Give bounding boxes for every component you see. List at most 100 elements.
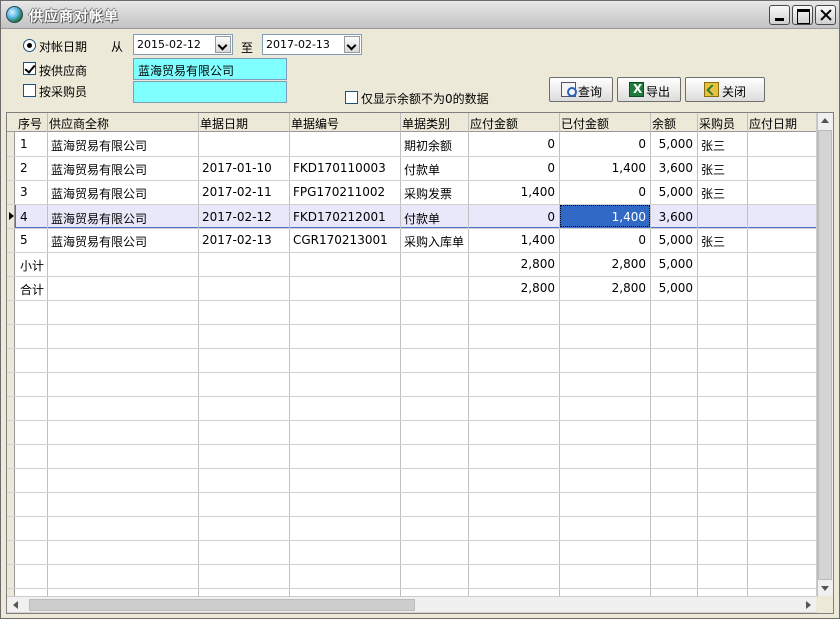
column-divider (559, 113, 560, 597)
statement-grid[interactable]: 序号 供应商全称 单据日期 单据编号 单据类别 应付金额 已付金额 余额 采购员 应付日期 1 蓝海… (6, 112, 834, 614)
from-date-picker[interactable]: 2015-02-12 (133, 34, 233, 55)
table-cell-type: 采购入库单 (404, 235, 465, 249)
row-divider (7, 612, 817, 613)
table-cell-no: 合计 (20, 283, 45, 297)
row-divider (7, 276, 817, 277)
table-cell-code: FKD170110003 (293, 161, 386, 175)
horizontal-scrollbar[interactable] (7, 596, 817, 613)
close-window-button[interactable] (815, 5, 836, 25)
row-divider (7, 372, 817, 373)
window-title: 供应商对帐单 (29, 9, 119, 25)
table-cell-balance: 3,600 (658, 161, 693, 175)
column-header[interactable]: 应付金额 (470, 115, 518, 132)
row-divider (7, 588, 817, 589)
row-indicator-column (7, 132, 15, 600)
column-divider (697, 113, 698, 597)
table-cell-date: 2017-01-10 (202, 161, 272, 175)
nonzero-balance-label: 仅显示余额不为0的数据 (361, 92, 489, 106)
table-cell-balance: 5,000 (658, 281, 693, 295)
column-header[interactable]: 供应商全称 (49, 115, 109, 132)
column-header[interactable]: 单据类别 (402, 115, 450, 132)
maximize-button[interactable] (792, 5, 813, 25)
column-divider (468, 113, 469, 597)
table-cell-date: 2017-02-11 (202, 185, 272, 199)
row-divider (7, 396, 817, 397)
to-label: 至 (241, 41, 254, 55)
row-divider (7, 300, 817, 301)
row-divider (7, 420, 817, 421)
by-supplier-label: 按供应商 (39, 64, 88, 78)
row-divider (7, 564, 817, 565)
column-header[interactable]: 采购员 (699, 115, 735, 132)
table-cell-payable: 0 (547, 161, 555, 175)
date-label: 对帐日期 (39, 40, 88, 54)
by-supplier-checkbox[interactable] (23, 62, 36, 75)
search-icon (561, 82, 577, 97)
current-row-pointer-icon (9, 212, 14, 220)
row-divider (7, 204, 817, 205)
table-cell-supplier: 蓝海贸易有限公司 (51, 139, 148, 153)
grid-header: 序号 供应商全称 单据日期 单据编号 单据类别 应付金额 已付金额 余额 采购员 应付日期 (7, 113, 817, 132)
row-divider (7, 492, 817, 493)
column-header[interactable]: 已付金额 (561, 115, 609, 132)
table-cell-paid: 2,800 (611, 281, 646, 295)
table-cell-no: 小计 (20, 259, 45, 273)
buyer-field[interactable] (133, 81, 287, 103)
table-cell-paid: 1,400 (611, 210, 646, 224)
active-cell[interactable]: 1,400 (560, 205, 650, 227)
table-cell-balance: 5,000 (658, 185, 693, 199)
title-bar: 供应商对帐单 (1, 1, 839, 29)
by-buyer-label: 按采购员 (39, 85, 88, 99)
column-divider (198, 113, 199, 597)
supplier-field[interactable]: 蓝海贸易有限公司 (133, 58, 287, 80)
table-cell-type: 付款单 (404, 163, 441, 177)
scroll-up-icon[interactable] (821, 118, 829, 123)
export-button-label: 导出 (646, 85, 671, 99)
row-divider (7, 468, 817, 469)
table-cell-payable: 0 (547, 137, 555, 151)
row-divider (7, 348, 817, 349)
close-button[interactable]: 关闭 (685, 77, 765, 102)
column-divider (400, 113, 401, 597)
table-cell-payable: 2,800 (520, 281, 555, 295)
vertical-scroll-thumb[interactable] (818, 130, 832, 580)
column-divider (47, 113, 48, 597)
chevron-down-icon[interactable] (215, 36, 231, 53)
chevron-down-icon[interactable] (344, 36, 360, 53)
column-header[interactable]: 单据编号 (291, 115, 339, 132)
table-cell-type: 期初余额 (404, 139, 453, 153)
from-date-value: 2015-02-12 (137, 38, 201, 51)
column-header[interactable]: 单据日期 (200, 115, 248, 132)
to-date-picker[interactable]: 2017-02-13 (262, 34, 362, 55)
table-cell-paid: 1,400 (611, 161, 646, 175)
scroll-left-icon[interactable] (13, 601, 18, 609)
query-button[interactable]: 查询 (549, 77, 613, 102)
table-cell-code: FPG170211002 (293, 185, 386, 199)
column-header[interactable]: 序号 (18, 115, 42, 132)
export-button[interactable]: 导出 (617, 77, 681, 102)
table-cell-type: 付款单 (404, 212, 441, 226)
horizontal-scroll-thumb[interactable] (29, 599, 415, 611)
date-range-radio[interactable] (23, 39, 36, 52)
table-cell-date: 2017-02-13 (202, 233, 272, 247)
table-cell-balance: 5,000 (658, 137, 693, 151)
table-cell-no: 2 (20, 161, 28, 175)
table-cell-code: CGR170213001 (293, 233, 388, 247)
column-header[interactable]: 应付日期 (749, 115, 797, 132)
column-header[interactable]: 余额 (652, 115, 676, 132)
table-cell-balance: 5,000 (658, 257, 693, 271)
table-cell-paid: 2,800 (611, 257, 646, 271)
vertical-scrollbar[interactable] (816, 113, 833, 597)
nonzero-balance-checkbox[interactable] (345, 91, 358, 104)
table-cell-no: 5 (20, 233, 28, 247)
minimize-button[interactable] (769, 5, 790, 25)
scroll-right-icon[interactable] (806, 601, 811, 609)
row-divider (7, 444, 817, 445)
scroll-corner (816, 596, 833, 613)
row-divider (7, 156, 817, 157)
column-divider (289, 113, 290, 597)
by-buyer-checkbox[interactable] (23, 84, 36, 97)
scroll-down-icon[interactable] (821, 586, 829, 591)
table-cell-payable: 0 (547, 210, 555, 224)
row-divider (7, 180, 817, 181)
